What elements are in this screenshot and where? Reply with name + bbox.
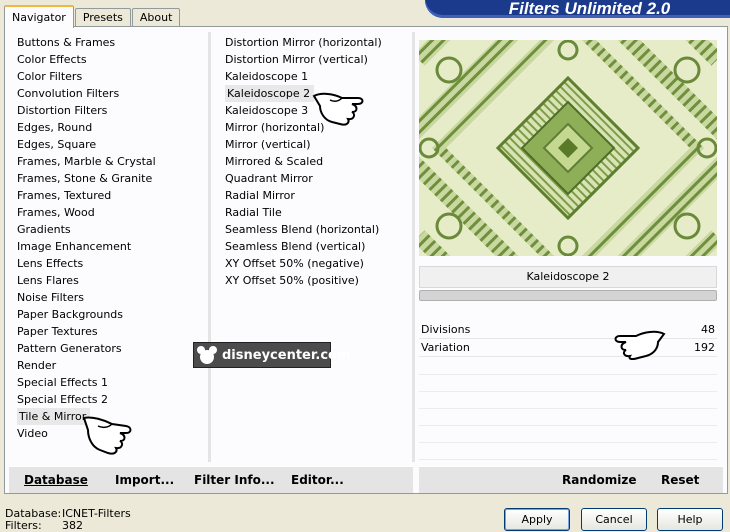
tab-navigator[interactable]: Navigator: [4, 5, 74, 28]
param-value: 48: [701, 323, 715, 336]
category-item[interactable]: Frames, Marble & Crystal: [15, 153, 205, 170]
tab-strip: Navigator Presets About: [4, 4, 181, 28]
filter-item[interactable]: Radial Mirror: [223, 187, 408, 204]
filter-item[interactable]: Seamless Blend (horizontal): [223, 221, 408, 238]
editor-button[interactable]: Editor...: [291, 467, 344, 494]
category-item[interactable]: Pattern Generators: [15, 340, 205, 357]
filter-item[interactable]: Distortion Mirror (vertical): [223, 51, 408, 68]
category-item[interactable]: Edges, Square: [15, 136, 205, 153]
param-empty-row: [419, 375, 717, 392]
filter-item[interactable]: Mirror (vertical): [223, 136, 408, 153]
category-item[interactable]: Paper Textures: [15, 323, 205, 340]
category-item[interactable]: Distortion Filters: [15, 102, 205, 119]
pointing-hand-icon: [614, 330, 666, 360]
help-button[interactable]: Help: [657, 508, 723, 531]
filter-item[interactable]: Radial Tile: [223, 204, 408, 221]
param-empty-row: [419, 392, 717, 409]
category-item[interactable]: Render: [15, 357, 205, 374]
database-button[interactable]: Database: [24, 467, 88, 494]
pointing-hand-icon: [312, 92, 364, 126]
param-empty-row: [419, 426, 717, 443]
category-item[interactable]: Special Effects 2: [15, 391, 205, 408]
param-label: Divisions: [421, 323, 471, 336]
filter-item[interactable]: Quadrant Mirror: [223, 170, 408, 187]
param-variation-slider[interactable]: Variation 192: [419, 339, 717, 357]
reset-button[interactable]: Reset: [661, 467, 699, 494]
param-empty-row: [419, 358, 717, 375]
category-item[interactable]: Frames, Stone & Granite: [15, 170, 205, 187]
category-item[interactable]: Frames, Textured: [15, 187, 205, 204]
filter-item[interactable]: Distortion Mirror (horizontal): [223, 34, 408, 51]
column-divider: [412, 32, 415, 462]
filter-item[interactable]: XY Offset 50% (positive): [223, 272, 408, 289]
category-item[interactable]: Convolution Filters: [15, 85, 205, 102]
column-divider: [208, 32, 211, 462]
category-item[interactable]: Paper Backgrounds: [15, 306, 205, 323]
import-button[interactable]: Import...: [115, 467, 174, 494]
param-label: Variation: [421, 341, 470, 354]
filter-info-button[interactable]: Filter Info...: [194, 467, 275, 494]
left-button-bar: Database Import... Filter Info... Editor…: [9, 466, 413, 493]
filter-preview-image: [419, 40, 717, 256]
category-item[interactable]: Lens Effects: [15, 255, 205, 272]
category-item[interactable]: Noise Filters: [15, 289, 205, 306]
filter-item[interactable]: XY Offset 50% (negative): [223, 255, 408, 272]
app-title-banner: Filters Unlimited 2.0: [425, 0, 730, 18]
status-filters: Filters: 382: [5, 519, 83, 532]
category-item[interactable]: Edges, Round: [15, 119, 205, 136]
category-item[interactable]: Frames, Wood: [15, 204, 205, 221]
param-empty-row: [419, 409, 717, 426]
param-divisions-slider[interactable]: Divisions 48: [419, 321, 717, 339]
category-item[interactable]: Special Effects 1: [15, 374, 205, 391]
category-list: Buttons & Frames Color Effects Color Filte…: [15, 34, 205, 442]
category-item[interactable]: Color Effects: [15, 51, 205, 68]
filter-list: Distortion Mirror (horizontal) Distortion…: [223, 34, 408, 289]
category-item[interactable]: Image Enhancement: [15, 238, 205, 255]
category-item[interactable]: Gradients: [15, 221, 205, 238]
right-button-bar: Randomize Reset: [419, 466, 723, 493]
category-item[interactable]: Buttons & Frames: [15, 34, 205, 51]
apply-button[interactable]: Apply: [504, 508, 570, 531]
tab-presets[interactable]: Presets: [74, 8, 131, 27]
tab-about[interactable]: About: [131, 8, 181, 27]
category-item[interactable]: Color Filters: [15, 68, 205, 85]
param-empty-row: [419, 443, 717, 460]
mickey-logo-icon: [197, 346, 217, 364]
randomize-button[interactable]: Randomize: [562, 467, 636, 494]
pointing-hand-icon: [82, 416, 132, 455]
cancel-button[interactable]: Cancel: [581, 508, 647, 531]
selected-filter-name: Kaleidoscope 2: [419, 266, 717, 288]
progress-bar: [419, 290, 717, 301]
filter-item[interactable]: Kaleidoscope 1: [223, 68, 408, 85]
category-item[interactable]: Lens Flares: [15, 272, 205, 289]
param-value: 192: [694, 341, 715, 354]
filter-item[interactable]: Mirrored & Scaled: [223, 153, 408, 170]
kaleidoscope-pattern: [419, 40, 717, 256]
filter-item[interactable]: Seamless Blend (vertical): [223, 238, 408, 255]
